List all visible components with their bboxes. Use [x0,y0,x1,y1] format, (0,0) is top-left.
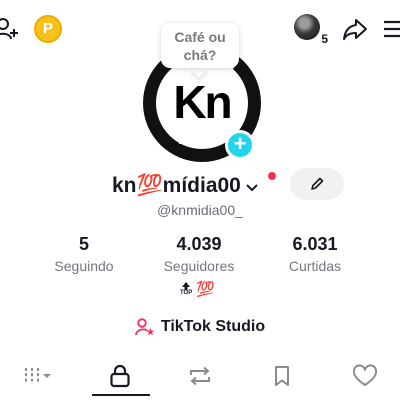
tab-videos[interactable] [4,356,64,396]
add-friend-button[interactable] [0,16,20,42]
followers-count: 4.039 [176,234,222,254]
stat-likes[interactable]: 6.031 Curtidas [260,233,370,276]
account-switcher[interactable]: 5 [294,14,328,46]
studio-icon [134,318,155,336]
menu-button[interactable] [382,19,400,39]
account-count: 5 [321,32,328,46]
lock-icon [110,364,130,388]
share-icon [343,19,367,40]
note-bubble[interactable]: Café ou chá? [161,23,239,68]
plus-icon: + [233,131,247,156]
username: @knmidia00_ [157,202,243,218]
menu-icon [384,20,400,38]
grid-icon [25,368,51,384]
tab-reposts[interactable] [170,356,230,396]
notification-dot [268,172,276,180]
top-bar-right: 5 [294,12,400,46]
stat-followers[interactable]: 4.039 Seguidores [144,233,254,276]
tiktok-studio-link[interactable]: TikTok Studio [0,318,400,336]
add-friend-icon [0,18,18,40]
tab-private[interactable] [90,356,150,396]
following-label: Seguindo [54,258,114,274]
note-line-1: Café ou [174,29,226,45]
bookmark-icon [275,366,289,386]
studio-label: TikTok Studio [160,318,266,335]
tab-favorites[interactable] [252,356,312,396]
followers-label: Seguidores [163,258,235,274]
edit-profile-button[interactable] [290,168,344,200]
avatar-logo: Kn [173,76,232,128]
add-story-button[interactable]: + [225,130,255,160]
coin-icon: P [42,20,53,37]
coins-button[interactable]: P [34,15,62,43]
share-button[interactable] [342,17,368,41]
following-count: 5 [78,234,89,254]
bio: TOP 💯 [180,282,215,298]
tab-liked[interactable] [335,356,395,396]
hundred-emoji: 💯 [196,281,215,298]
active-tab-indicator [92,394,150,396]
pencil-icon [311,177,324,190]
repost-icon [190,366,210,386]
likes-count: 6.031 [292,234,338,254]
display-name: kn💯mídia00 [112,174,241,197]
account-avatar [294,14,320,40]
heart-icon [352,364,378,386]
stat-following[interactable]: 5 Seguindo [29,233,139,276]
arrow-up-icon [182,282,191,290]
chevron-down-icon [246,183,258,191]
note-line-2: chá? [183,47,217,63]
likes-label: Curtidas [288,258,342,274]
top-label: TOP [180,290,193,296]
top-bar-left: P [0,12,62,46]
content-tabs [0,356,400,400]
display-name-row[interactable]: kn💯mídia00 [112,172,259,200]
